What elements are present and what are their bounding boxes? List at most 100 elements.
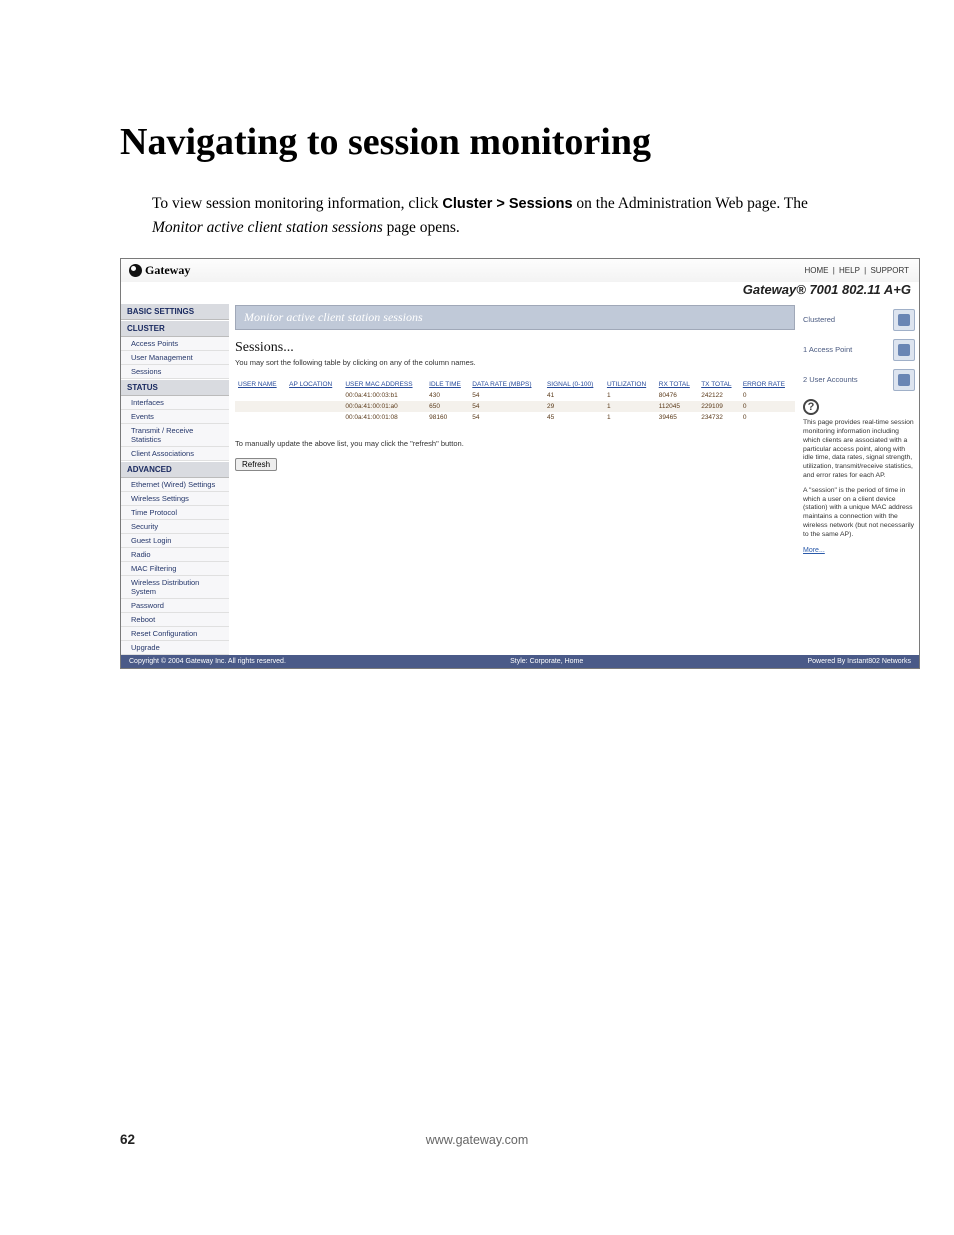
nav-item[interactable]: Guest Login (121, 534, 229, 548)
home-link[interactable]: Home (805, 266, 829, 275)
nav-item[interactable]: Reset Configuration (121, 627, 229, 641)
more-link[interactable]: More... (803, 546, 915, 555)
table-header[interactable]: DATA RATE (MBPS) (469, 379, 544, 390)
cluster-sessions-path: Cluster > Sessions (442, 196, 572, 212)
table-header[interactable]: RX TOTAL (656, 379, 698, 390)
nav-item[interactable]: Upgrade (121, 641, 229, 655)
table-cell: 54 (469, 412, 544, 423)
table-cell (235, 401, 286, 412)
table-header[interactable]: SIGNAL (0-100) (544, 379, 604, 390)
table-header[interactable]: IDLE TIME (426, 379, 469, 390)
stat-label: Clustered (803, 315, 889, 325)
table-cell: 650 (426, 401, 469, 412)
table-header[interactable]: ERROR RATE (740, 379, 795, 390)
table-cell: 80476 (656, 390, 698, 401)
nav-item[interactable]: Access Points (121, 337, 229, 351)
stat-icon (893, 309, 915, 331)
top-links: Home | Help | Support (803, 266, 912, 275)
nav-item[interactable]: MAC Filtering (121, 562, 229, 576)
panel-heading: Monitor active client station sessions (235, 305, 795, 330)
page-footer-url: www.gateway.com (120, 1133, 834, 1147)
nav-section-status[interactable]: STATUS (121, 379, 229, 396)
table-header[interactable]: UTILIZATION (604, 379, 656, 390)
table-cell: 41 (544, 390, 604, 401)
nav-section-cluster[interactable]: CLUSTER (121, 320, 229, 337)
table-cell: 00:0a:41:00:01:08 (342, 412, 426, 423)
table-cell (286, 390, 342, 401)
footer-copyright: Copyright © 2004 Gateway Inc. All rights… (129, 658, 286, 665)
table-row: 00:0a:41:00:01:a0650542911120452291090 (235, 401, 795, 412)
table-row: 00:0a:41:00:01:089816054451394652347320 (235, 412, 795, 423)
nav-section-basic[interactable]: BASIC SETTINGS (121, 303, 229, 320)
nav-item[interactable]: Reboot (121, 613, 229, 627)
sessions-table: USER NAMEAP LOCATIONUSER MAC ADDRESSIDLE… (235, 379, 795, 423)
nav-item[interactable]: Radio (121, 548, 229, 562)
table-cell: 29 (544, 401, 604, 412)
table-cell: 45 (544, 412, 604, 423)
table-header[interactable]: USER NAME (235, 379, 286, 390)
table-cell: 234732 (698, 412, 740, 423)
gateway-orb-icon (129, 264, 142, 277)
main-panel: Monitor active client station sessions S… (229, 303, 799, 583)
nav-item[interactable]: User Management (121, 351, 229, 365)
table-cell: 112045 (656, 401, 698, 412)
nav-item[interactable]: Client Associations (121, 447, 229, 461)
nav-item[interactable]: Wireless Settings (121, 492, 229, 506)
footer-style: Style: Corporate, Home (510, 658, 583, 665)
stat-row: Clustered (803, 309, 915, 331)
left-nav: BASIC SETTINGS CLUSTER Access PointsUser… (121, 303, 229, 655)
help-session-text: A "session" is the period of time in whi… (803, 487, 915, 540)
help-intro-text: This page provides real-time session mon… (803, 419, 915, 481)
table-header[interactable]: TX TOTAL (698, 379, 740, 390)
table-header[interactable]: USER MAC ADDRESS (342, 379, 426, 390)
table-cell: 54 (469, 390, 544, 401)
table-row: 00:0a:41:00:03:b143054411804762421220 (235, 390, 795, 401)
nav-item[interactable]: Ethernet (Wired) Settings (121, 478, 229, 492)
support-link[interactable]: Support (870, 266, 909, 275)
table-cell (235, 390, 286, 401)
stat-row: 2 User Accounts (803, 369, 915, 391)
table-cell (286, 401, 342, 412)
footer-powered: Powered By Instant802 Networks (808, 658, 912, 665)
table-cell: 229109 (698, 401, 740, 412)
help-icon[interactable]: ? (803, 399, 819, 415)
nav-item[interactable]: Time Protocol (121, 506, 229, 520)
intro-mid: on the Administration Web page. The (576, 195, 808, 212)
product-line: Gateway® 7001 802.11 A+G (121, 282, 919, 303)
screenshot-header: Gateway Home | Help | Support (121, 259, 919, 282)
stat-icon (893, 339, 915, 361)
intro-pre: To view session monitoring information, … (152, 195, 442, 212)
stat-label: 2 User Accounts (803, 375, 889, 385)
refresh-hint: To manually update the above list, you m… (235, 439, 795, 448)
nav-item[interactable]: Wireless Distribution System (121, 576, 229, 599)
nav-item[interactable]: Interfaces (121, 396, 229, 410)
table-cell: 1 (604, 412, 656, 423)
right-sidebar: Clustered 1 Access Point 2 User Accounts ?… (799, 303, 919, 561)
nav-item[interactable]: Transmit / Receive Statistics (121, 424, 229, 447)
sort-hint: You may sort the following table by clic… (235, 358, 795, 367)
nav-item[interactable]: Events (121, 410, 229, 424)
nav-item[interactable]: Password (121, 599, 229, 613)
brand-text: Gateway (145, 263, 190, 278)
stat-icon (893, 369, 915, 391)
nav-item[interactable]: Sessions (121, 365, 229, 379)
table-cell: 00:0a:41:00:03:b1 (342, 390, 426, 401)
intro-italic: Monitor active client station sessions (152, 219, 383, 236)
brand-logo: Gateway (129, 263, 190, 278)
table-cell: 98160 (426, 412, 469, 423)
table-header[interactable]: AP LOCATION (286, 379, 342, 390)
table-cell: 0 (740, 412, 795, 423)
sessions-heading: Sessions... (235, 340, 795, 356)
refresh-button[interactable]: Refresh (235, 458, 277, 471)
intro-post: page opens. (387, 219, 460, 236)
page-title: Navigating to session monitoring (120, 120, 834, 164)
app-screenshot: Gateway Home | Help | Support Gateway® 7… (120, 258, 920, 669)
screenshot-footer: Copyright © 2004 Gateway Inc. All rights… (121, 655, 919, 668)
table-cell: 00:0a:41:00:01:a0 (342, 401, 426, 412)
table-cell (235, 412, 286, 423)
nav-item[interactable]: Security (121, 520, 229, 534)
nav-section-advanced[interactable]: ADVANCED (121, 461, 229, 478)
stat-row: 1 Access Point (803, 339, 915, 361)
table-cell: 1 (604, 390, 656, 401)
help-link[interactable]: Help (839, 266, 860, 275)
